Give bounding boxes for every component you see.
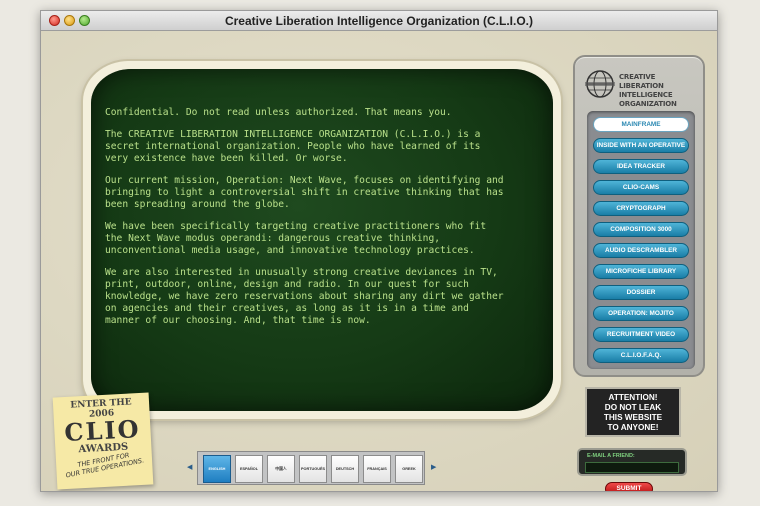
screen-paragraph: We are also interested in unusually stro… (105, 267, 504, 326)
language-bar: ENGLISH ESPAÑOL 中国人 PORTUGUÊS DEUTSCH FR… (197, 451, 425, 485)
nav-panel: CREATIVE LIBERATION INTELLIGENCE ORGANIZ… (573, 55, 705, 377)
lang-portugues[interactable]: PORTUGUÊS (299, 455, 327, 483)
attention-line: TO ANYONE! (607, 423, 659, 432)
clio-awards-sticky-note[interactable]: ENTER THE 2006 CLIO AWARDS THE FRONT FOR… (52, 392, 154, 490)
screen-paragraph: The CREATIVE LIBERATION INTELLIGENCE ORG… (105, 129, 481, 164)
lang-deutsch[interactable]: DEUTSCH (331, 455, 359, 483)
lang-english[interactable]: ENGLISH (203, 455, 231, 483)
globe-icon (585, 70, 615, 98)
attention-sign: ATTENTION! DO NOT LEAK THIS WEBSITE TO A… (585, 387, 681, 437)
nav-cryptograph[interactable]: CRYPTOGRAPH (593, 201, 689, 216)
window-title: Creative Liberation Intelligence Organiz… (224, 14, 534, 28)
title-bar: Creative Liberation Intelligence Organiz… (41, 11, 717, 31)
nav-composition-3000[interactable]: COMPOSITION 3000 (593, 222, 689, 237)
submit-button[interactable]: SUBMIT (605, 482, 653, 491)
screen-paragraph: Confidential. Do not read unless authori… (105, 107, 452, 118)
lang-francais[interactable]: FRANÇAIS (363, 455, 391, 483)
email-friend-box: E-MAIL A FRIEND: (577, 448, 687, 476)
nav-microfiche-library[interactable]: MICROFICHE LIBRARY (593, 264, 689, 279)
attention-line: ATTENTION! (608, 393, 658, 402)
nav-clio-faq[interactable]: C.L.I.O.F.A.Q. (593, 348, 689, 363)
nav-audio-descrambler[interactable]: AUDIO DESCRAMBLER (593, 243, 689, 258)
nav-idea-tracker[interactable]: IDEA TRACKER (593, 159, 689, 174)
screen-paragraph: Our current mission, Operation: Next Wav… (105, 175, 504, 210)
sticky-clio: CLIO (63, 414, 142, 447)
lang-espanol[interactable]: ESPAÑOL (235, 455, 263, 483)
clio-logo[interactable]: CREATIVE LIBERATION INTELLIGENCE ORGANIZ… (585, 67, 697, 108)
nav-inside-with-an-operative[interactable]: INSIDE WITH AN OPERATIVE (593, 138, 689, 153)
nav-operation-mojito[interactable]: OPERATION: MOJITO (593, 306, 689, 321)
lang-next-arrow-icon[interactable]: ▶ (431, 463, 436, 471)
email-friend-label: E-MAIL A FRIEND: (587, 453, 635, 459)
email-friend-input[interactable] (585, 462, 679, 473)
logo-line-2: INTELLIGENCE ORGANIZATION (619, 91, 677, 108)
lang-chinese[interactable]: 中国人 (267, 455, 295, 483)
nav-dossier[interactable]: DOSSIER (593, 285, 689, 300)
attention-line: DO NOT LEAK (604, 403, 662, 412)
nav-mainframe[interactable]: MAINFRAME (593, 117, 689, 132)
app-window: Creative Liberation Intelligence Organiz… (40, 10, 718, 492)
lang-prev-arrow-icon[interactable]: ◀ (187, 463, 192, 471)
nav-list: MAINFRAME INSIDE WITH AN OPERATIVE IDEA … (587, 111, 695, 369)
crt-screen: Confidential. Do not read unless authori… (91, 69, 553, 411)
logo-line-1: CREATIVE LIBERATION (619, 73, 664, 90)
site-content: Confidential. Do not read unless authori… (41, 31, 717, 491)
nav-recruitment-video[interactable]: RECRUITMENT VIDEO (593, 327, 689, 342)
attention-line: THIS WEBSITE (603, 413, 663, 422)
screen-paragraph: We have been specifically targeting crea… (105, 221, 487, 256)
lang-greek[interactable]: GREEK (395, 455, 423, 483)
logo-text: CREATIVE LIBERATION INTELLIGENCE ORGANIZ… (619, 73, 699, 109)
nav-clio-cams[interactable]: CLIO-CAMS (593, 180, 689, 195)
